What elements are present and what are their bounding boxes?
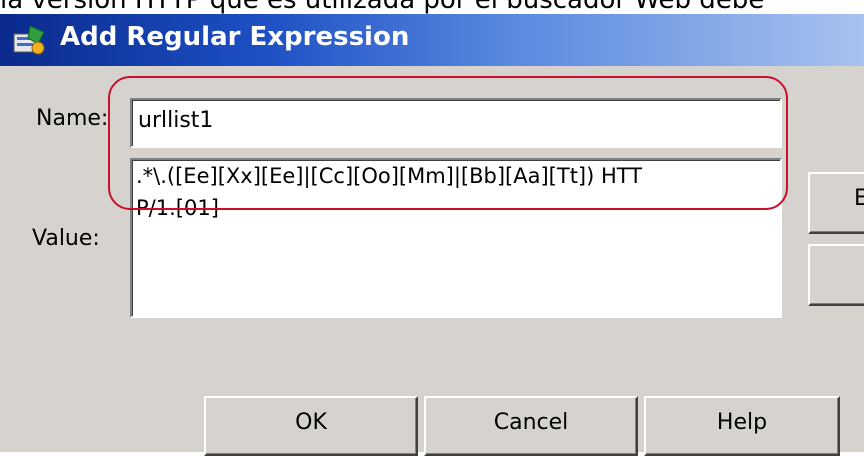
name-field-value: urllist1 bbox=[138, 108, 214, 133]
help-button[interactable]: Help bbox=[644, 396, 840, 456]
value-label: Value: bbox=[32, 226, 100, 251]
page-caption: la versión HTTP que es utilizada por el … bbox=[0, 0, 764, 14]
name-field[interactable]: urllist1 bbox=[130, 98, 782, 148]
side-button-edit[interactable]: E bbox=[808, 172, 864, 234]
value-line-1: .*\.([Ee][Xx][Ee]|[Cc][Oo][Mm]|[Bb][Aa][… bbox=[136, 164, 643, 188]
dialog-title: Add Regular Expression bbox=[60, 22, 410, 52]
page-caption-strip: la versión HTTP que es utilizada por el … bbox=[0, 0, 864, 14]
ok-button[interactable]: OK bbox=[204, 396, 418, 456]
value-line-2: P/1.[01] bbox=[136, 196, 219, 220]
name-label: Name: bbox=[36, 106, 109, 131]
side-button-2[interactable] bbox=[808, 244, 864, 306]
dialog-client-area: Name: urllist1 Value: .*\.([Ee][Xx][Ee]|… bbox=[0, 66, 864, 456]
value-textarea[interactable]: .*\.([Ee][Xx][Ee]|[Cc][Oo][Mm]|[Bb][Aa][… bbox=[130, 158, 782, 318]
dialog-titlebar[interactable]: Add Regular Expression bbox=[0, 14, 864, 66]
regex-dialog-icon bbox=[12, 24, 46, 56]
cancel-button[interactable]: Cancel bbox=[424, 396, 638, 456]
